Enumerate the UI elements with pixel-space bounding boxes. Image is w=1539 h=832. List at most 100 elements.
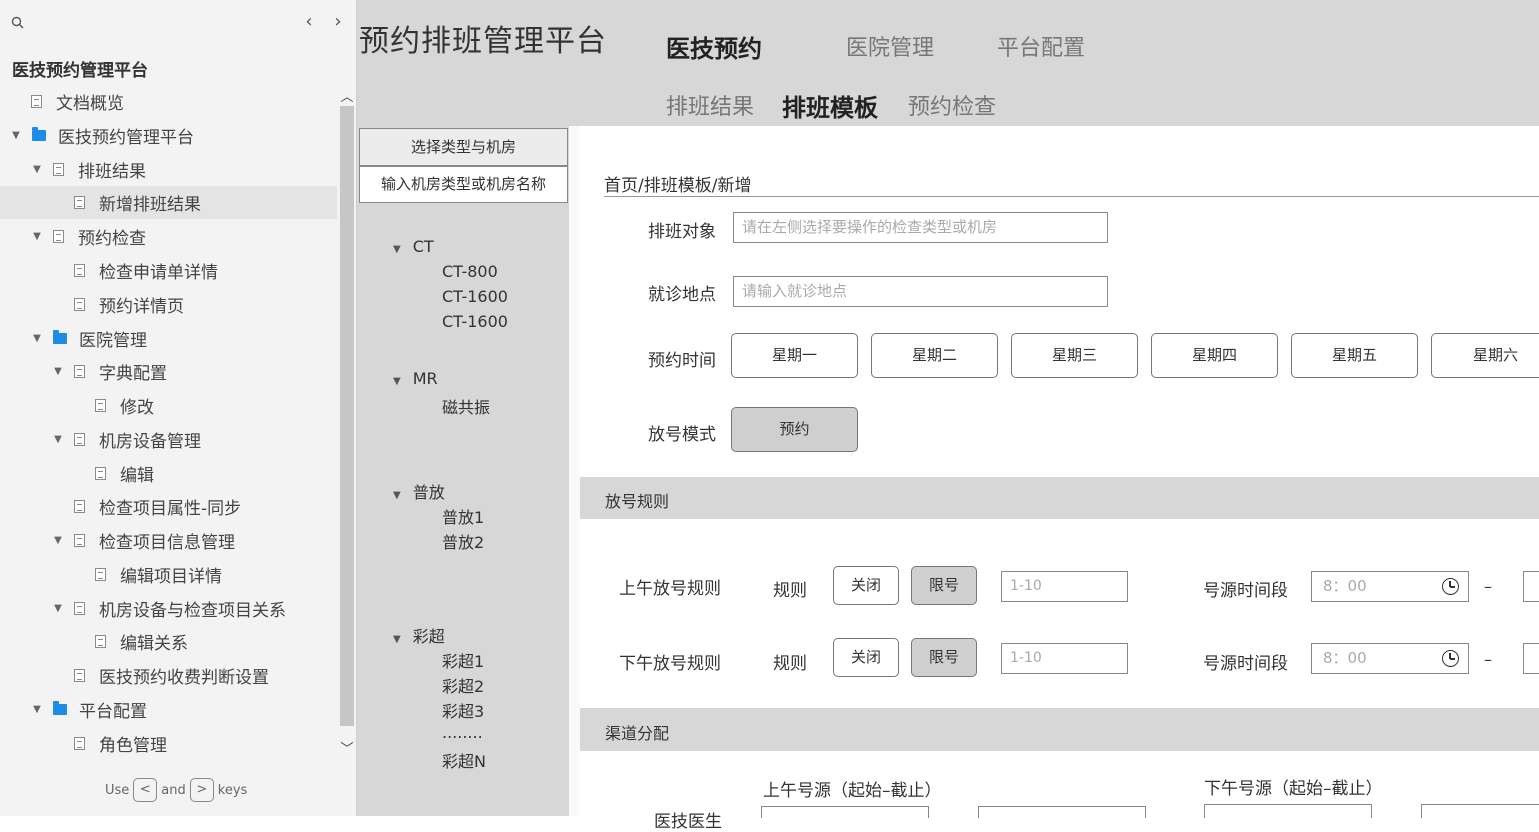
- am-end-time-input[interactable]: [1523, 571, 1539, 602]
- nav-medical-appointment[interactable]: 医技预约: [666, 29, 762, 64]
- pm-limit-button[interactable]: 限号: [911, 638, 977, 677]
- room-item[interactable]: CT-800: [442, 262, 498, 281]
- hint-text: Use: [105, 782, 130, 798]
- day-button-wednesday[interactable]: 星期三: [1011, 333, 1138, 378]
- page-icon: [74, 433, 85, 446]
- search-icon[interactable]: [10, 15, 26, 31]
- caret-down-icon[interactable]: ▼: [52, 603, 64, 614]
- location-label: 就诊地点: [648, 285, 716, 305]
- sidebar-item-appointment-detail[interactable]: 预约详情页: [0, 288, 337, 321]
- sidebar-item-item-attr-sync[interactable]: 检查项目属性-同步: [0, 490, 337, 523]
- room-group-xray[interactable]: ▼ 普放: [393, 479, 445, 503]
- sidebar-item-room-device-mgmt[interactable]: ▼ 机房设备管理: [0, 423, 337, 456]
- pm-start-time-input[interactable]: 8：00: [1311, 643, 1469, 674]
- am-end-source-input[interactable]: [978, 806, 1146, 818]
- page-icon: [74, 365, 85, 378]
- pm-end-time-input[interactable]: [1523, 643, 1539, 674]
- nav-hospital-mgmt[interactable]: 医院管理: [846, 30, 934, 62]
- am-off-button[interactable]: 关闭: [833, 566, 899, 605]
- sidebar-item-hospital-mgmt[interactable]: ▼ 医院管理: [0, 322, 337, 355]
- location-input[interactable]: 请输入就诊地点: [733, 276, 1108, 307]
- sidebar-item-doc-overview[interactable]: 文档概览: [0, 85, 337, 118]
- room-item[interactable]: 彩超3: [442, 698, 484, 722]
- pm-off-button[interactable]: 关闭: [833, 638, 899, 677]
- day-button-saturday[interactable]: 星期六: [1431, 333, 1539, 378]
- target-input[interactable]: 请在左侧选择要操作的检查类型或机房: [733, 212, 1108, 243]
- sidebar-item-label: 编辑项目详情: [120, 567, 222, 587]
- tab-appointment-check[interactable]: 预约检查: [908, 89, 996, 121]
- mode-button-appointment[interactable]: 预约: [731, 407, 858, 452]
- mode-label: 放号模式: [648, 425, 716, 445]
- room-item: ........: [442, 723, 483, 742]
- day-button-tuesday[interactable]: 星期二: [871, 333, 998, 378]
- sidebar-item-edit-item-detail[interactable]: 编辑项目详情: [0, 558, 337, 591]
- pm-source-header: 下午号源（起始–截止）: [1204, 779, 1383, 799]
- prev-page-arrow-icon[interactable]: ‹: [301, 12, 317, 32]
- page-icon: [95, 568, 106, 581]
- room-item[interactable]: 普放1: [442, 504, 484, 528]
- room-group-ct[interactable]: ▼ CT: [393, 237, 434, 256]
- caret-down-icon[interactable]: ▼: [52, 535, 64, 546]
- caret-down-icon[interactable]: ▼: [31, 704, 43, 715]
- caret-down-icon[interactable]: ▼: [31, 231, 43, 242]
- sidebar-item-platform-root[interactable]: ▼ 医技预约管理平台: [0, 119, 337, 152]
- room-item[interactable]: CT-1600: [442, 287, 508, 306]
- caret-down-icon[interactable]: ▼: [393, 490, 401, 501]
- caret-down-icon[interactable]: ▼: [393, 376, 401, 387]
- sidebar-item-platform-config[interactable]: ▼ 平台配置: [0, 693, 337, 726]
- caret-down-icon[interactable]: ▼: [31, 333, 43, 344]
- room-item[interactable]: 彩超2: [442, 673, 484, 697]
- caret-down-icon[interactable]: ▼: [52, 434, 64, 445]
- sidebar-item-room-item-relation[interactable]: ▼ 机房设备与检查项目关系: [0, 592, 337, 625]
- day-button-monday[interactable]: 星期一: [731, 333, 858, 378]
- room-group-label: MR: [412, 369, 438, 388]
- caret-down-icon[interactable]: ▼: [10, 130, 22, 141]
- day-button-friday[interactable]: 星期五: [1291, 333, 1418, 378]
- sidebar-item-edit[interactable]: 编辑: [0, 457, 337, 490]
- caret-down-icon[interactable]: ▼: [52, 366, 64, 377]
- page-icon: [95, 399, 106, 412]
- sidebar-item-request-detail[interactable]: 检查申请单详情: [0, 254, 337, 287]
- app-title: 预约排班管理平台: [359, 24, 607, 59]
- sidebar-scrollbar[interactable]: ︿ ﹀: [337, 84, 356, 764]
- nav-platform-config[interactable]: 平台配置: [997, 30, 1085, 62]
- sidebar-item-dict-config[interactable]: ▼ 字典配置: [0, 355, 337, 388]
- room-item[interactable]: 普放2: [442, 529, 484, 553]
- sidebar-item-label: 机房设备与检查项目关系: [99, 601, 286, 621]
- scroll-up-icon[interactable]: ︿: [337, 86, 356, 105]
- sidebar-item-role-mgmt[interactable]: 角色管理: [0, 727, 337, 760]
- sidebar-item-edit-relation[interactable]: 编辑关系: [0, 625, 337, 658]
- tab-schedule-result[interactable]: 排班结果: [666, 89, 754, 121]
- next-page-arrow-icon[interactable]: ›: [330, 12, 346, 32]
- clock-icon[interactable]: [1442, 578, 1459, 595]
- room-group-ultrasound[interactable]: ▼ 彩超: [393, 623, 445, 647]
- am-limit-button[interactable]: 限号: [911, 566, 977, 605]
- room-item[interactable]: 彩超1: [442, 648, 484, 672]
- clock-icon[interactable]: [1442, 650, 1459, 667]
- scrollbar-thumb[interactable]: [340, 106, 354, 726]
- room-item[interactable]: 磁共振: [442, 394, 490, 418]
- room-group-mr[interactable]: ▼ MR: [393, 369, 438, 388]
- tab-schedule-template[interactable]: 排班模板: [782, 88, 878, 123]
- room-group-label: 普放: [412, 483, 445, 502]
- day-button-thursday[interactable]: 星期四: [1151, 333, 1278, 378]
- scroll-down-icon[interactable]: ﹀: [337, 738, 356, 757]
- sidebar-item-fee-judgement[interactable]: 医技预约收费判断设置: [0, 659, 337, 692]
- am-limit-input[interactable]: 1-10: [1001, 571, 1128, 602]
- room-search-input[interactable]: 输入机房类型或机房名称: [359, 166, 568, 203]
- room-type-panel: 选择类型与机房 输入机房类型或机房名称 ▼ CT CT-800 CT-1600 C…: [357, 126, 580, 816]
- caret-down-icon[interactable]: ▼: [31, 164, 43, 175]
- am-start-time-input[interactable]: 8：00: [1311, 571, 1469, 602]
- sidebar-item-modify[interactable]: 修改: [0, 389, 337, 422]
- pm-limit-input[interactable]: 1-10: [1001, 643, 1128, 674]
- sidebar-item-schedule-result[interactable]: ▼ 排班结果: [0, 153, 337, 186]
- sidebar-item-item-info-mgmt[interactable]: ▼ 检查项目信息管理: [0, 524, 337, 557]
- range-dash: –: [1484, 650, 1492, 669]
- caret-down-icon[interactable]: ▼: [393, 244, 401, 255]
- room-item[interactable]: CT-1600: [442, 312, 508, 331]
- caret-down-icon[interactable]: ▼: [393, 634, 401, 645]
- sidebar-item-appointment-check[interactable]: ▼ 预约检查: [0, 220, 337, 253]
- sidebar-item-new-schedule-result[interactable]: 新增排班结果: [0, 186, 337, 219]
- am-start-source-input[interactable]: [761, 806, 929, 818]
- room-item[interactable]: 彩超N: [442, 748, 486, 772]
